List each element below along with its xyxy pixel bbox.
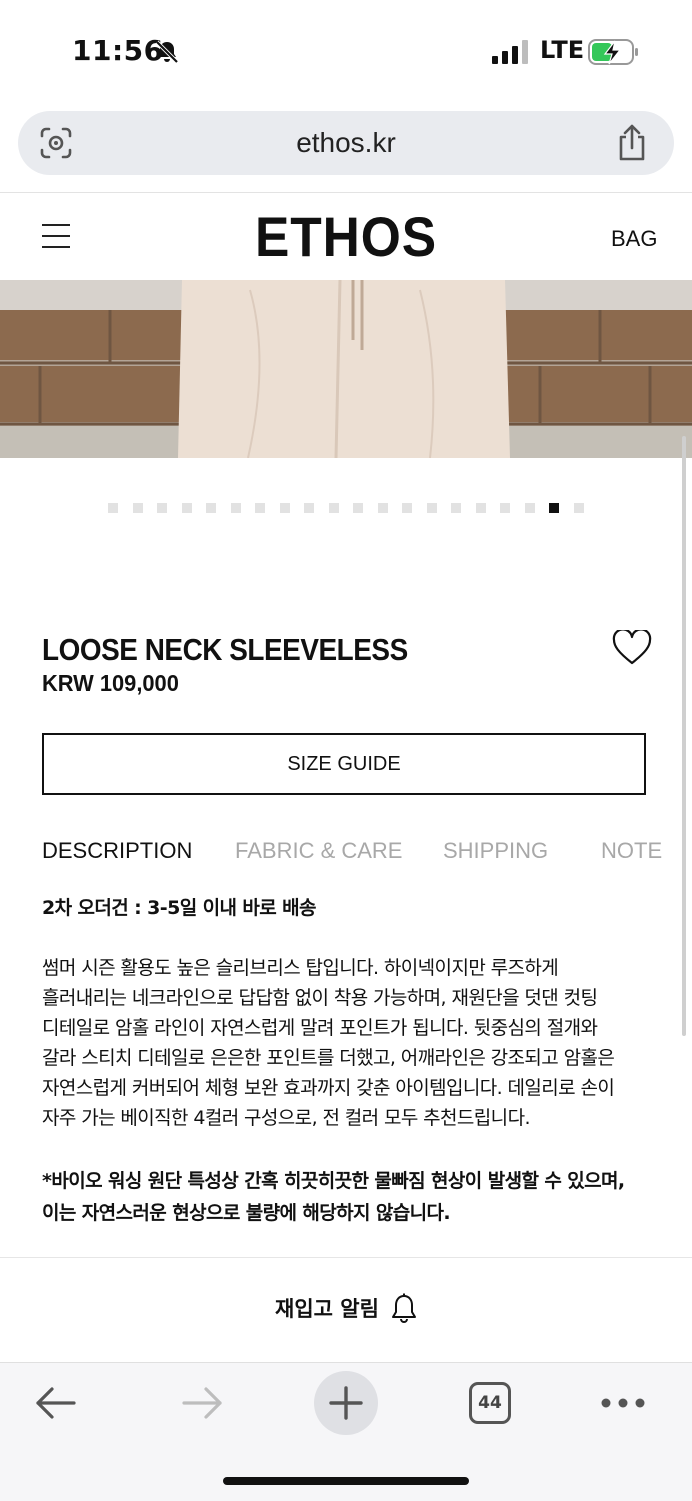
gallery-dot[interactable]: [279, 503, 290, 513]
size-guide-button[interactable]: SIZE GUIDE: [42, 733, 646, 795]
shipping-notice: 2차 오더건 : 3-5일 이내 바로 배송: [42, 897, 317, 919]
product-title: LOOSE NECK SLEEVELESS: [42, 632, 408, 667]
gallery-pagination[interactable]: [0, 503, 692, 513]
cellular-signal-icon: [492, 40, 528, 64]
back-arrow-icon[interactable]: [34, 1385, 78, 1421]
gallery-dot[interactable]: [549, 503, 560, 513]
wishlist-heart-icon[interactable]: [612, 630, 652, 666]
tab-shipping[interactable]: SHIPPING: [443, 838, 548, 864]
bag-link[interactable]: BAG: [611, 226, 657, 252]
browser-toolbar: 44: [0, 1362, 692, 1501]
description-line: 디테일로 암홀 라인이 자연스럽게 말려 포인트가 됩니다. 뒷중심의 절개와: [42, 1017, 598, 1039]
gallery-dot[interactable]: [157, 503, 168, 513]
restock-alert-button[interactable]: 재입고 알림: [0, 1280, 692, 1336]
scrollbar[interactable]: [682, 436, 686, 1036]
silent-bell-icon: [155, 40, 179, 64]
share-icon[interactable]: [614, 123, 650, 163]
gallery-dot[interactable]: [132, 503, 143, 513]
product-image[interactable]: [0, 280, 692, 458]
status-time: 11:56: [72, 34, 164, 67]
warning-line: 이는 자연스러운 현상으로 불량에 해당하지 않습니다.: [42, 1202, 451, 1224]
address-bar[interactable]: ethos.kr: [18, 111, 674, 175]
gallery-dot[interactable]: [181, 503, 192, 513]
description-line: 자연스럽게 커버되어 체형 보완 효과까지 갖춘 아이템입니다. 데일리로 손이: [42, 1077, 615, 1099]
gallery-dot[interactable]: [475, 503, 486, 513]
product-price: KRW 109,000: [42, 670, 179, 696]
home-indicator[interactable]: [223, 1477, 469, 1485]
tab-description[interactable]: DESCRIPTION: [42, 838, 192, 864]
gallery-dot[interactable]: [206, 503, 217, 513]
tab-switcher-button[interactable]: 44: [469, 1382, 511, 1424]
battery-charging-icon: [588, 39, 638, 65]
gallery-dot[interactable]: [255, 503, 266, 513]
bell-icon: [391, 1293, 416, 1323]
tab-fabric-care[interactable]: FABRIC & CARE: [235, 838, 402, 864]
description-body: 썸머 시즌 활용도 높은 슬리브리스 탑입니다. 하이넥이지만 루즈하게 흘러내…: [42, 953, 654, 1133]
gallery-dot[interactable]: [304, 503, 315, 513]
more-options-icon[interactable]: [600, 1395, 646, 1411]
gallery-dot[interactable]: [500, 503, 511, 513]
gallery-dot[interactable]: [451, 503, 462, 513]
gallery-dot[interactable]: [377, 503, 388, 513]
description-line: 썸머 시즌 활용도 높은 슬리브리스 탑입니다. 하이넥이지만 루즈하게: [42, 957, 559, 979]
gallery-dot[interactable]: [402, 503, 413, 513]
gallery-dot[interactable]: [426, 503, 437, 513]
plus-icon: [329, 1386, 363, 1420]
divider: [0, 1257, 692, 1258]
warning-line: *바이오 워싱 원단 특성상 간혹 히끗히끗한 물빠짐 현상이 발생할 수 있으…: [42, 1170, 625, 1192]
description-line: 자주 가는 베이직한 4컬러 구성으로, 전 컬러 모두 추천드립니다.: [42, 1107, 530, 1129]
gallery-dot[interactable]: [524, 503, 535, 513]
description-line: 흘러내리는 네크라인으로 답답함 없이 착용 가능하며, 재원단을 덧댄 컷팅: [42, 987, 598, 1009]
divider: [0, 192, 692, 193]
gallery-dot[interactable]: [108, 503, 119, 513]
forward-arrow-icon[interactable]: [180, 1385, 224, 1421]
restock-label: 재입고 알림: [275, 1297, 379, 1321]
description-line: 갈라 스티치 디테일로 은은한 포인트를 더했고, 어깨라인은 강조되고 암홀은: [42, 1047, 615, 1069]
gallery-dot[interactable]: [230, 503, 241, 513]
gallery-dot[interactable]: [328, 503, 339, 513]
tab-note[interactable]: NOTE: [601, 838, 662, 864]
new-tab-button[interactable]: [314, 1371, 378, 1435]
site-logo[interactable]: ETHOS: [28, 204, 665, 269]
gallery-dot[interactable]: [573, 503, 584, 513]
gallery-dot[interactable]: [353, 503, 364, 513]
network-type: LTE: [540, 36, 585, 64]
url-text: ethos.kr: [296, 127, 396, 158]
washing-warning: *바이오 워싱 원단 특성상 간혹 히끗히끗한 물빠짐 현상이 발생할 수 있으…: [42, 1165, 654, 1229]
